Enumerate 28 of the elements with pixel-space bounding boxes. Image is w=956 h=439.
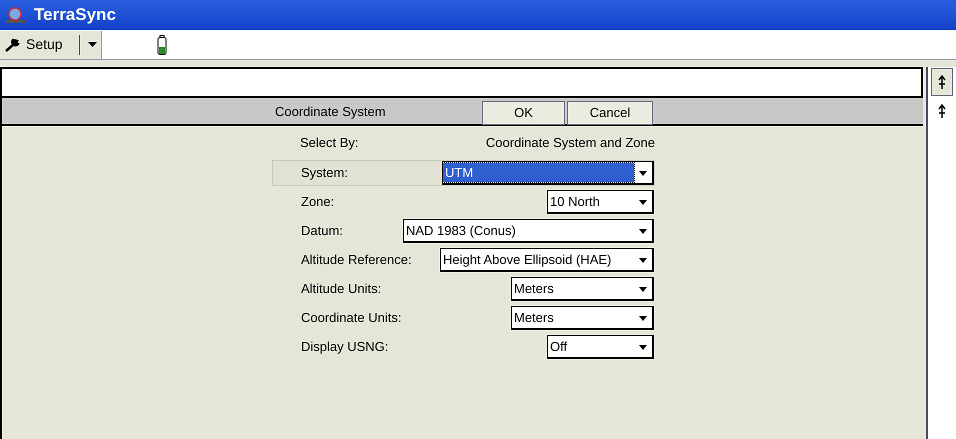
field-label: System: xyxy=(301,164,348,182)
field-value: Coordinate System and Zone xyxy=(486,134,655,152)
field-label: Zone: xyxy=(301,193,334,212)
dropdown-field[interactable]: Meters xyxy=(511,306,654,330)
caret-icon xyxy=(88,42,97,47)
north-arrow-icon xyxy=(938,75,946,89)
cancel-button[interactable]: Cancel xyxy=(567,101,653,125)
dropdown-field[interactable]: 10 North xyxy=(547,190,654,214)
setup-menu-button[interactable]: Setup xyxy=(0,30,102,58)
field-label: Coordinate Units: xyxy=(301,309,402,328)
dropdown-field[interactable]: NAD 1983 (Conus) xyxy=(403,219,654,243)
field-label: Select By: xyxy=(300,134,359,152)
form-title: Coordinate System xyxy=(275,103,386,121)
dropdown-field[interactable]: UTM xyxy=(442,161,654,185)
field-label: Display USNG: xyxy=(301,338,388,356)
ok-button[interactable]: OK xyxy=(482,101,565,125)
field-label: Altitude Reference: xyxy=(301,251,412,270)
field-label: Altitude Units: xyxy=(301,280,382,298)
window-title: TerraSync xyxy=(34,4,116,26)
north-arrow-button[interactable] xyxy=(931,68,953,96)
dropdown-field[interactable]: Meters xyxy=(511,277,654,301)
field-label: Datum: xyxy=(301,222,343,240)
dropdown-field[interactable]: Off xyxy=(547,335,654,359)
dropdown-field[interactable]: Height Above Ellipsoid (HAE) xyxy=(440,248,654,272)
globe-icon xyxy=(4,6,26,24)
wrench-icon xyxy=(4,36,22,52)
north-arrow-icon xyxy=(938,104,946,118)
battery-icon xyxy=(157,34,167,54)
